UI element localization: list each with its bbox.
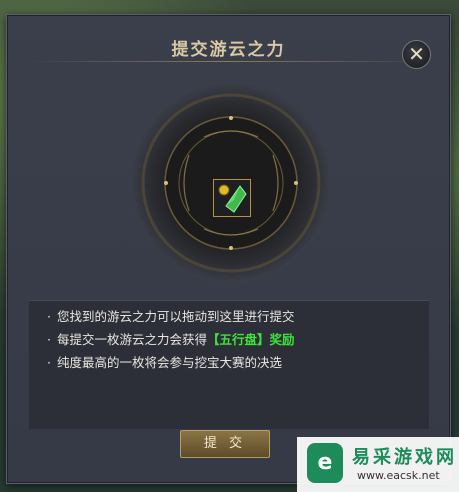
ring-gem-top (229, 116, 233, 120)
bullet-icon: · (47, 309, 51, 324)
info-line: · 纯度最高的一枚将会参与挖宝大赛的决选 (47, 355, 283, 370)
bullet-icon: · (47, 355, 51, 370)
submit-button[interactable]: 提 交 (180, 430, 270, 458)
green-crystal-icon (218, 184, 247, 213)
ring-gem-left (164, 181, 168, 185)
watermark-url: www.eacsk.net (357, 469, 440, 482)
dialog-title: 提交游云之力 (171, 40, 286, 60)
close-icon: ✕ (408, 42, 425, 66)
watermark-name: 易采游戏网 (352, 447, 457, 468)
title-divider (29, 61, 428, 62)
gold-rank-icon (218, 184, 230, 196)
info-line: · 您找到的游云之力可以拖动到这里进行提交 (47, 309, 295, 324)
submit-dialog: 提交游云之力 ✕ · 您找到的游云之力可以拖动到这里进行提交 · 每提交一枚游云… (6, 14, 451, 484)
info-line: · 每提交一枚游云之力会获得【五行盘】奖励 (47, 332, 295, 347)
bullet-icon: · (47, 332, 51, 347)
watermark-logo-icon: e (307, 443, 343, 483)
close-button[interactable]: ✕ (402, 40, 431, 69)
site-watermark: e 易采游戏网 www.eacsk.net (297, 437, 459, 492)
ring-gem-right (294, 181, 298, 185)
item-slot[interactable] (213, 179, 251, 217)
reward-highlight: 【五行盘】奖励 (207, 332, 295, 347)
ring-gem-bottom (229, 246, 233, 250)
